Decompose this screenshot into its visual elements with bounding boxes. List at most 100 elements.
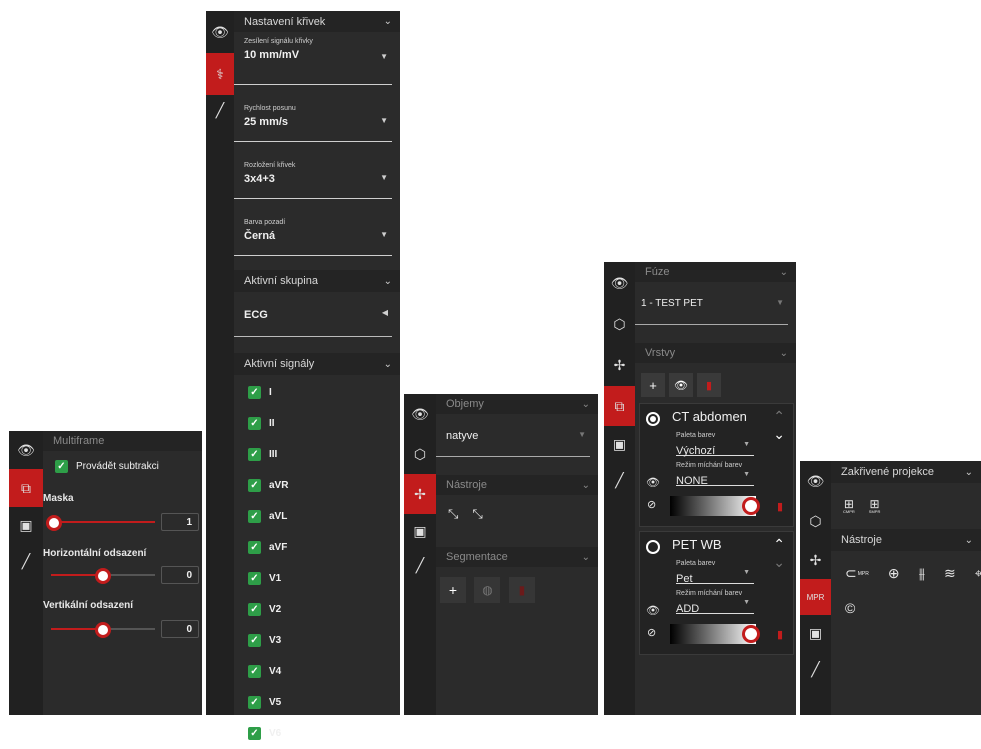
tools-icon[interactable]: ✢: [604, 344, 635, 386]
caret-down-icon: ▼: [743, 569, 750, 576]
rotate-icon[interactable]: ©: [845, 600, 855, 616]
eye-icon[interactable]: 👁: [646, 476, 660, 489]
fusion-icon[interactable]: ⧉: [604, 386, 635, 426]
chevron-down-icon: ⌄: [581, 479, 590, 491]
mask-slider-thumb[interactable]: [46, 515, 62, 531]
add-seed-icon[interactable]: ⤡: [448, 506, 458, 522]
move-up-icon[interactable]: ⌃: [773, 408, 785, 425]
fusion-select[interactable]: 1 - TEST PET ▼: [635, 282, 788, 325]
layers-icon[interactable]: ≋: [944, 565, 956, 582]
add-button[interactable]: +: [440, 577, 466, 603]
mix-select[interactable]: ADD ▼: [676, 599, 754, 615]
mix-select[interactable]: NONE ▼: [676, 471, 754, 487]
speed-select[interactable]: Rychlost posunu 25 mm/s ▼: [234, 89, 392, 142]
image-icon[interactable]: ▣: [604, 426, 635, 462]
background-color-select[interactable]: Barva pozadí Černá ▼: [234, 203, 392, 256]
signal-checkbox[interactable]: ✓ I: [234, 377, 400, 408]
signal-checkbox[interactable]: ✓ V2: [234, 594, 400, 625]
eye-icon[interactable]: 👁: [669, 373, 693, 397]
image-icon[interactable]: ▣: [404, 514, 436, 548]
slice-icon[interactable]: ⫵: [919, 565, 925, 582]
fusion-header[interactable]: Fúze ⌄: [635, 262, 796, 282]
eye-icon[interactable]: 👁: [800, 461, 831, 501]
move-down-icon[interactable]: ⌄: [773, 554, 785, 571]
multiframe-header[interactable]: Multiframe: [43, 431, 202, 451]
cube-icon[interactable]: ⬡: [604, 304, 635, 344]
mask-slider-track[interactable]: [51, 521, 155, 523]
ecg-settings-icon[interactable]: ⚕: [206, 53, 234, 95]
signal-checkbox[interactable]: ✓ III: [234, 439, 400, 470]
mask-value-input[interactable]: 1: [161, 513, 199, 531]
move-up-icon[interactable]: ⌃: [773, 536, 785, 553]
volumes-header[interactable]: Objemy ⌄: [436, 394, 598, 414]
signal-checkbox[interactable]: ✓ V1: [234, 563, 400, 594]
tools-icon[interactable]: ✢: [404, 474, 436, 514]
tools-header[interactable]: Nástroje ⌄: [831, 529, 981, 551]
tools-icon[interactable]: ✢: [800, 541, 831, 579]
signal-checkbox[interactable]: ✓ aVF: [234, 532, 400, 563]
eye-icon[interactable]: 👁: [646, 604, 660, 617]
horizontal-value-input[interactable]: 0: [161, 566, 199, 584]
signal-checkbox[interactable]: ✓ aVL: [234, 501, 400, 532]
vertical-slider-thumb[interactable]: [95, 622, 111, 638]
ruler-icon[interactable]: ╱: [206, 95, 234, 125]
horizontal-slider-thumb[interactable]: [95, 568, 111, 584]
vertical-value-input[interactable]: 0: [161, 620, 199, 638]
delete-icon[interactable]: ▮: [697, 373, 721, 397]
eye-icon[interactable]: 👁: [206, 11, 234, 53]
add-layer-button[interactable]: +: [641, 373, 665, 397]
opacity-icon[interactable]: ⊘: [647, 498, 656, 511]
palette-select[interactable]: Pet ▼: [676, 569, 754, 585]
multiframe-icon[interactable]: ⧉: [9, 469, 43, 507]
segmentation-header[interactable]: Segmentace ⌄: [436, 547, 598, 567]
mpr-icon[interactable]: MPR: [800, 579, 831, 615]
crosshair-add-icon[interactable]: ⊕: [888, 565, 900, 582]
signal-checkbox[interactable]: ✓ aVR: [234, 470, 400, 501]
subtraction-checkbox[interactable]: ✓ Provádět subtrakci: [43, 451, 202, 481]
move-down-icon[interactable]: ⌄: [773, 426, 785, 443]
volume-select[interactable]: natyve ▼: [436, 414, 590, 457]
cmpr-icon[interactable]: ⊞ CMPR: [843, 498, 855, 514]
opacity-slider-thumb[interactable]: [742, 625, 760, 643]
opacity-icon[interactable]: ⊘: [647, 626, 656, 639]
image-icon[interactable]: ▣: [9, 507, 43, 543]
eye-icon[interactable]: 👁: [9, 431, 43, 469]
signal-checkbox[interactable]: ✓ II: [234, 408, 400, 439]
signal-checkbox[interactable]: ✓ V5: [234, 687, 400, 718]
ruler-icon[interactable]: ╱: [604, 462, 635, 498]
active-group-header[interactable]: Aktivní skupina ⌄: [234, 270, 400, 292]
signal-gain-select[interactable]: Zesílení signálu křivky 10 mm/mV ▼: [234, 32, 392, 85]
signal-checkbox[interactable]: ✓ V6: [234, 718, 400, 749]
palette-select[interactable]: Výchozí ▼: [676, 441, 754, 457]
tools-header[interactable]: Nástroje ⌄: [436, 475, 598, 495]
layout-select[interactable]: Rozložení křivek 3x4+3 ▼: [234, 146, 392, 199]
delete-icon[interactable]: ▮: [777, 500, 783, 513]
delete-icon[interactable]: ▮: [777, 628, 783, 641]
signal-checkbox[interactable]: ✓ V3: [234, 625, 400, 656]
ruler-icon[interactable]: ╱: [800, 651, 831, 687]
eye-icon[interactable]: 👁: [604, 262, 635, 304]
chevron-down-icon: ⌄: [581, 398, 590, 410]
active-group-select[interactable]: ECG ◀: [234, 292, 392, 337]
opacity-slider-thumb[interactable]: [742, 497, 760, 515]
mpr-tool-icon[interactable]: ⊂ MPR: [845, 565, 869, 582]
layers-header[interactable]: Vrstvy ⌄: [635, 343, 796, 363]
layout-value: 3x4+3: [244, 173, 275, 185]
layer-radio[interactable]: [646, 540, 660, 554]
curves-header[interactable]: Nastavení křivek ⌄: [234, 11, 400, 32]
hide-icon[interactable]: ◍: [474, 577, 501, 603]
delete-icon[interactable]: ▮: [508, 577, 535, 603]
curved-projection-header[interactable]: Zakřivené projekce ⌄: [831, 461, 981, 483]
ruler-icon[interactable]: ╱: [9, 543, 43, 579]
cube-icon[interactable]: ⬡: [800, 501, 831, 541]
active-signals-header[interactable]: Aktivní signály ⌄: [234, 353, 400, 375]
smpr-icon[interactable]: ⊞ SMPR: [869, 498, 881, 514]
target-icon[interactable]: ⌖: [975, 565, 981, 582]
signal-checkbox[interactable]: ✓ V4: [234, 656, 400, 687]
remove-seed-icon[interactable]: ⤡: [472, 506, 482, 522]
image-icon[interactable]: ▣: [800, 615, 831, 651]
cube-icon[interactable]: ⬡: [404, 434, 436, 474]
eye-icon[interactable]: 👁: [404, 394, 436, 434]
ruler-icon[interactable]: ╱: [404, 548, 436, 582]
layer-radio[interactable]: [646, 412, 660, 426]
